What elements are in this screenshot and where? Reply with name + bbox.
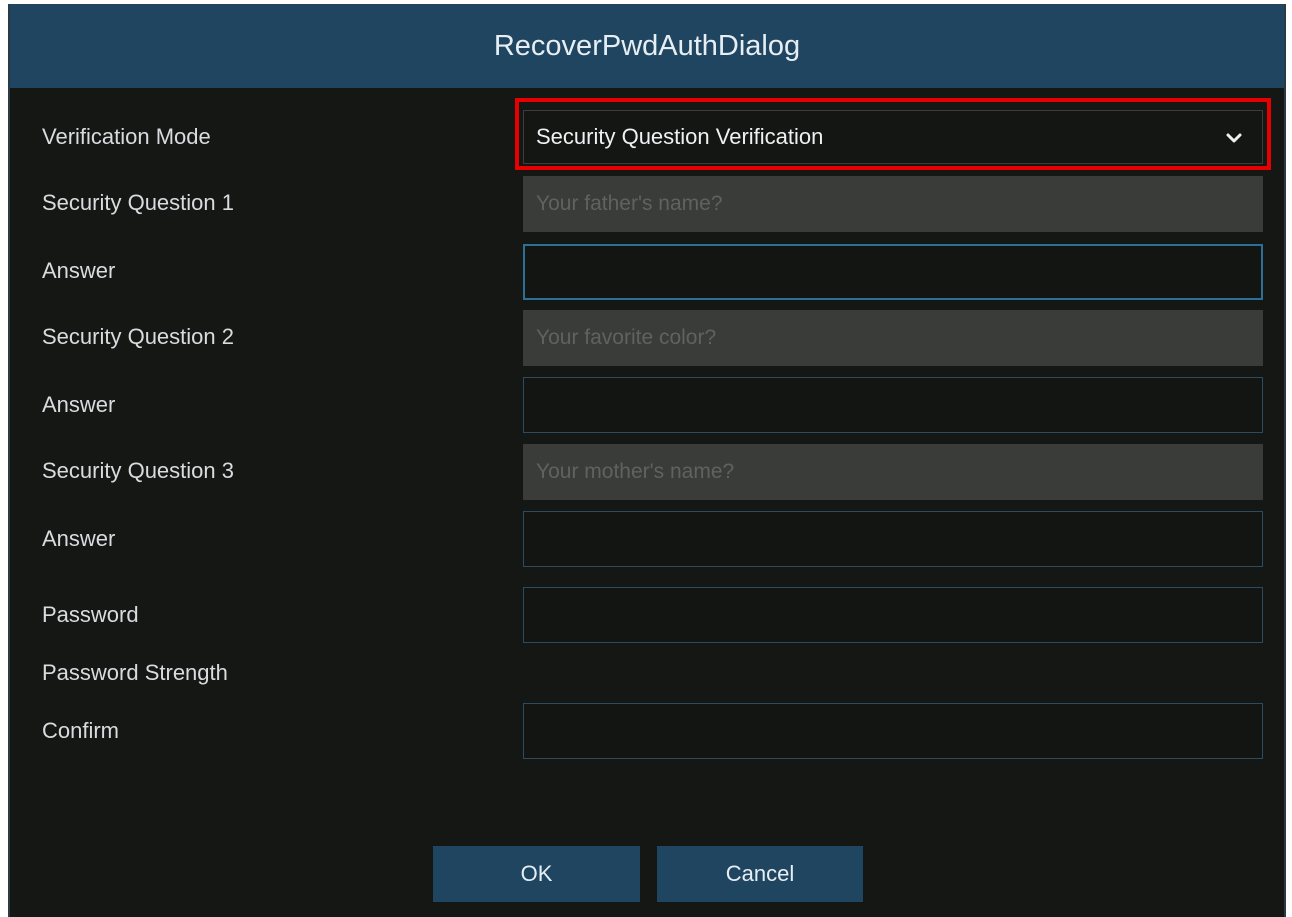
ok-button-label: OK	[520, 861, 553, 886]
dialog-title: RecoverPwdAuthDialog	[493, 29, 801, 62]
ok-button[interactable]: OK	[433, 846, 640, 902]
confirm-label: Confirm	[42, 718, 120, 743]
security-question-2-field: Your favorite color?	[523, 310, 1263, 366]
answer-2-input[interactable]	[523, 377, 1263, 433]
verification-mode-highlight	[515, 98, 1271, 170]
security-question-3-value: Your mother's name?	[536, 460, 735, 483]
answer-1-input[interactable]	[523, 244, 1263, 300]
answer-1-label: Answer	[42, 258, 116, 283]
security-question-3-field: Your mother's name?	[523, 444, 1263, 500]
confirm-password-input[interactable]	[523, 703, 1263, 759]
security-question-1-label: Security Question 1	[42, 190, 234, 215]
cancel-button[interactable]: Cancel	[657, 846, 863, 902]
security-question-1-value: Your father's name?	[536, 192, 723, 215]
security-question-1-field: Your father's name?	[523, 176, 1263, 232]
answer-3-input[interactable]	[523, 511, 1263, 567]
password-label: Password	[42, 602, 139, 627]
verification-mode-label: Verification Mode	[42, 124, 211, 149]
security-question-2-label: Security Question 2	[42, 324, 234, 349]
security-question-2-value: Your favorite color?	[536, 326, 717, 349]
security-question-3-label: Security Question 3	[42, 458, 234, 483]
answer-2-label: Answer	[42, 392, 116, 417]
dialog-title-bar: RecoverPwdAuthDialog	[10, 4, 1284, 88]
password-strength-label: Password Strength	[42, 660, 228, 685]
recover-password-dialog: RecoverPwdAuthDialog Verification Mode S…	[8, 4, 1286, 917]
answer-3-label: Answer	[42, 526, 116, 551]
cancel-button-label: Cancel	[725, 861, 795, 886]
password-input[interactable]	[523, 587, 1263, 643]
